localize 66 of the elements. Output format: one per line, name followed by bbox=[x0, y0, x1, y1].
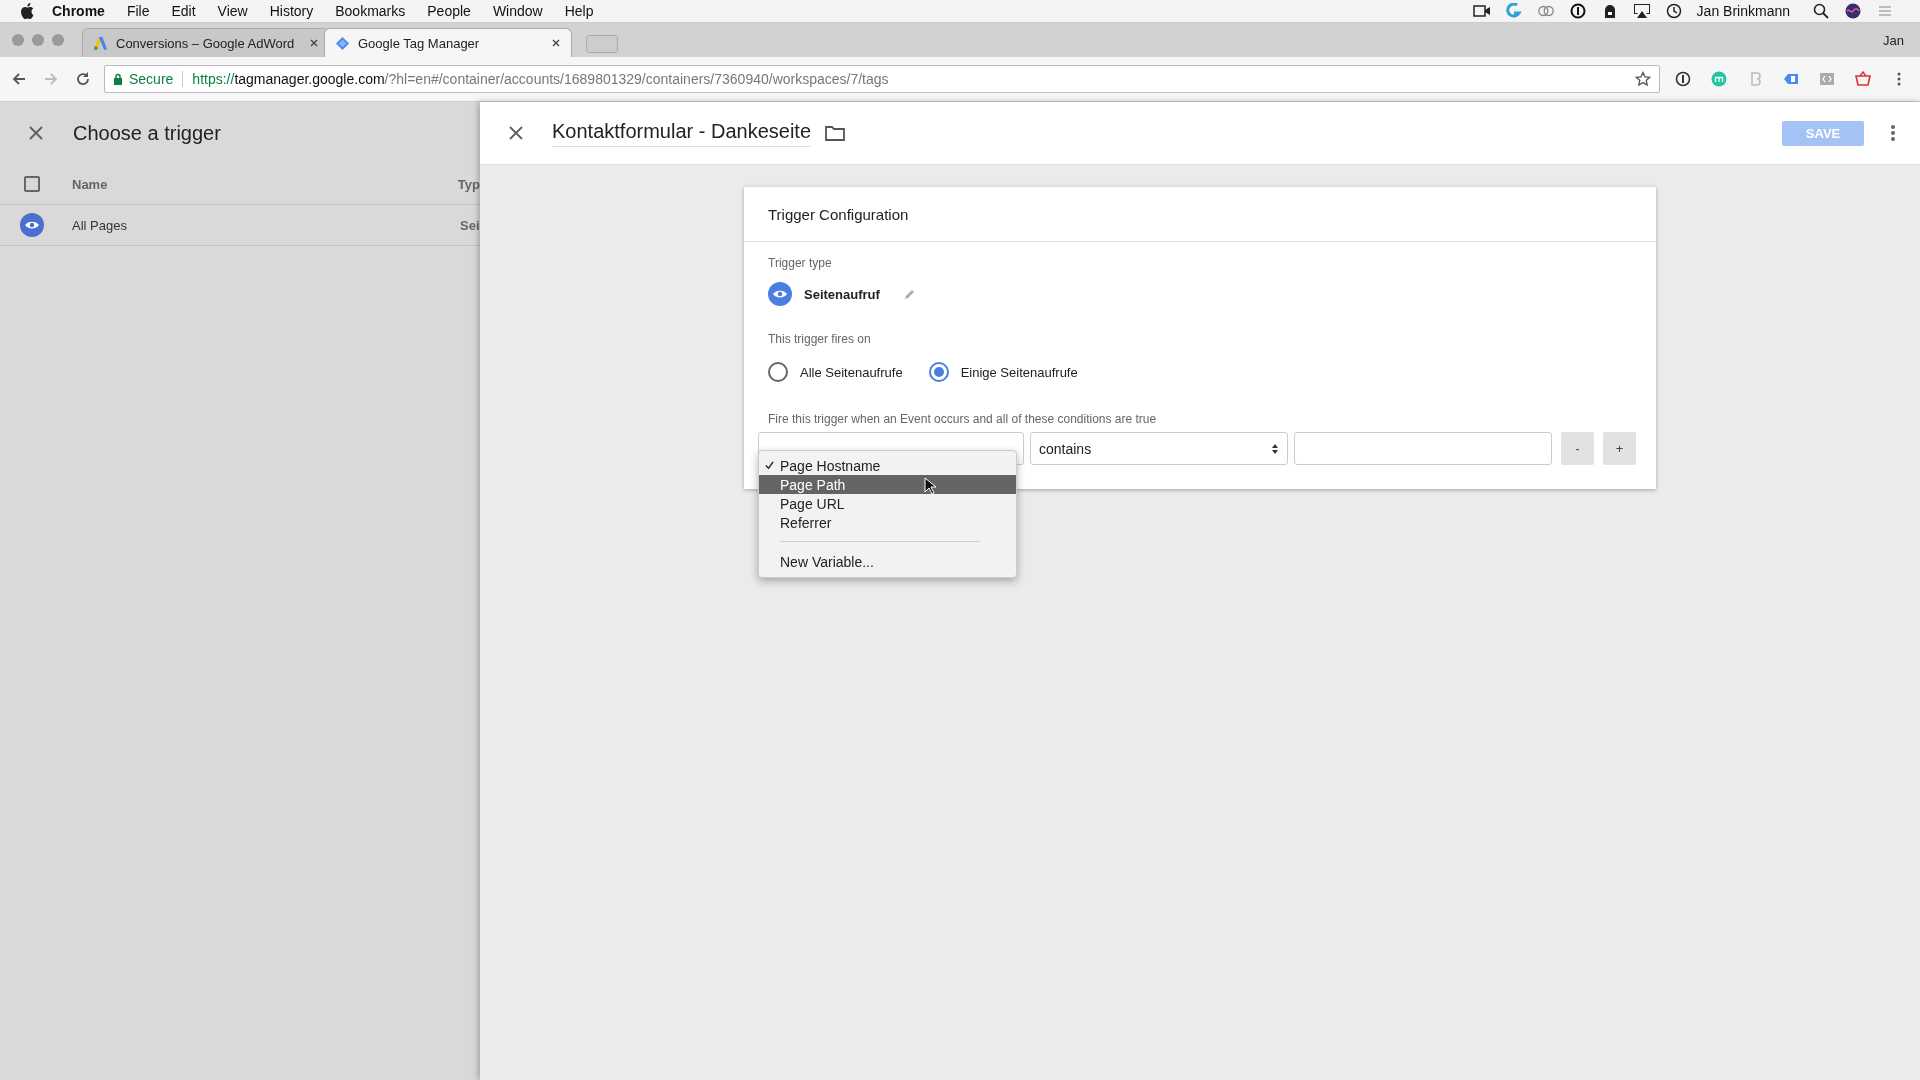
menu-option[interactable]: New Variable... bbox=[759, 552, 1016, 571]
search-icon[interactable] bbox=[1812, 3, 1830, 19]
trigger-type-name: Seitenaufruf bbox=[804, 286, 880, 302]
cloud-icon[interactable] bbox=[1536, 3, 1555, 19]
eye-icon bbox=[20, 213, 44, 237]
column-header[interactable]: Typ bbox=[457, 176, 480, 192]
basket-icon[interactable] bbox=[1855, 71, 1871, 87]
eye-icon bbox=[768, 282, 792, 306]
menu-option[interactable]: Page Path bbox=[759, 475, 1016, 494]
menu-option[interactable]: Referrer bbox=[759, 513, 1016, 532]
close-icon[interactable] bbox=[551, 38, 561, 48]
menu-item[interactable]: Help bbox=[564, 3, 594, 19]
value-input[interactable] bbox=[1294, 432, 1552, 465]
field-label: Fire this trigger when an Event occurs and all of these conditions are true bbox=[768, 412, 1157, 426]
radio-button[interactable] bbox=[928, 362, 949, 382]
more-icon[interactable] bbox=[1890, 124, 1896, 142]
radio-option[interactable]: Einige Seitenaufrufe bbox=[928, 362, 1078, 382]
siri-icon[interactable] bbox=[1844, 3, 1862, 19]
radio-option[interactable]: Alle Seitenaufrufe bbox=[768, 362, 903, 382]
close-icon[interactable] bbox=[309, 38, 319, 48]
operator-select[interactable]: contains bbox=[1030, 432, 1288, 465]
back-icon[interactable] bbox=[11, 71, 27, 87]
card-title: Trigger Configuration bbox=[768, 205, 909, 223]
checkmark-icon bbox=[765, 461, 774, 470]
panel-title: Choose a trigger bbox=[73, 121, 221, 145]
menu-item[interactable]: People bbox=[427, 3, 471, 19]
menu-item[interactable]: Edit bbox=[171, 3, 196, 19]
tag-icon[interactable] bbox=[1783, 71, 1799, 87]
menu-item[interactable]: History bbox=[269, 3, 314, 19]
menu-item[interactable]: File bbox=[126, 3, 150, 19]
menu-option[interactable]: Page Hostname bbox=[759, 456, 1016, 475]
menu-item[interactable]: Bookmarks bbox=[335, 3, 406, 19]
reload-icon[interactable] bbox=[75, 71, 91, 87]
airplay-icon[interactable] bbox=[1632, 3, 1651, 19]
column-header[interactable]: Name bbox=[72, 176, 458, 192]
updown-arrows-icon bbox=[1271, 442, 1279, 455]
menu-item[interactable]: View bbox=[217, 3, 248, 19]
add-condition-button[interactable]: + bbox=[1603, 432, 1636, 465]
browser-tab[interactable]: Google Tag Manager bbox=[324, 28, 572, 57]
user-name[interactable]: Jan Brinkmann bbox=[1696, 3, 1790, 19]
address-bar[interactable]: Secure https://tagmanager.google.com/?hl=en#/container/accounts/1689801329/containers/7360940/workspaces/7/tags bbox=[104, 65, 1660, 93]
diamond-logo-icon bbox=[335, 35, 350, 51]
close-icon[interactable] bbox=[29, 126, 43, 140]
g-icon[interactable] bbox=[1504, 3, 1523, 19]
checkbox[interactable] bbox=[24, 176, 40, 192]
folder-icon[interactable] bbox=[825, 125, 845, 141]
menu-item[interactable]: Window bbox=[492, 3, 543, 19]
radio-button[interactable] bbox=[768, 362, 788, 382]
camera-icon[interactable] bbox=[1472, 3, 1491, 19]
clock-icon[interactable] bbox=[1664, 3, 1683, 19]
info-circle-icon[interactable] bbox=[1568, 3, 1587, 19]
apple-icon[interactable] bbox=[20, 3, 34, 19]
app-menu[interactable]: Chrome bbox=[52, 3, 105, 19]
remove-condition-button[interactable]: - bbox=[1561, 432, 1594, 465]
star-icon[interactable] bbox=[1635, 71, 1651, 87]
menu-option[interactable]: Page URL bbox=[759, 494, 1016, 513]
trigger-name[interactable]: All Pages bbox=[72, 217, 460, 233]
table-cell: Sei bbox=[460, 217, 480, 233]
mouse-pointer-icon bbox=[924, 477, 936, 495]
tag-name-field[interactable]: Kontaktformular - Dankeseite bbox=[552, 119, 811, 147]
close-icon[interactable] bbox=[509, 126, 523, 140]
profile-name[interactable]: Jan bbox=[1883, 32, 1904, 48]
field-label: Trigger type bbox=[768, 256, 832, 270]
info-circle-icon[interactable] bbox=[1675, 71, 1691, 87]
field-label: This trigger fires on bbox=[768, 332, 871, 346]
triangle-logo-icon bbox=[93, 35, 108, 51]
